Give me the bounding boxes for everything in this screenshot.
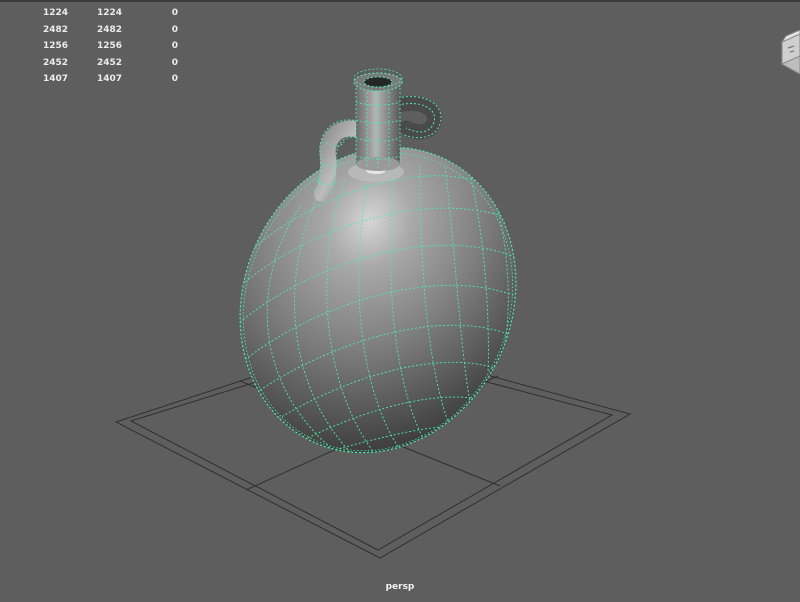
poly-count-hud: 1224 1224 0 2482 2482 0 1256 1256 0 2452…: [14, 5, 178, 88]
hud-row: 2482 2482 0: [14, 22, 178, 39]
persp-viewport[interactable]: 1224 1224 0 2482 2482 0 1256 1256 0 2452…: [0, 0, 800, 600]
hud-value: 2452: [96, 57, 122, 68]
hud-value: 2482: [96, 24, 122, 35]
hud-row: 1224 1224 0: [14, 5, 178, 22]
hud-value: 0: [171, 24, 178, 35]
right-handle: [390, 96, 442, 140]
hud-value: 2482: [42, 24, 68, 35]
hud-value: 0: [171, 74, 178, 84]
hud-value: 0: [171, 57, 178, 68]
hud-row: 2452 2452 0: [14, 55, 178, 72]
hud-value: 2452: [42, 57, 68, 68]
hud-value: 1224: [42, 8, 68, 18]
vase-neck: [353, 68, 403, 171]
hud-value: 1256: [42, 41, 68, 51]
hud-value: 0: [171, 8, 178, 18]
scene-canvas[interactable]: [0, 2, 800, 602]
hud-value: 1256: [96, 41, 122, 51]
hud-value: 0: [171, 41, 178, 51]
view-cube-icon[interactable]: [776, 30, 800, 80]
hud-value: 1407: [42, 74, 68, 84]
camera-name-label: persp: [385, 582, 415, 592]
hud-row: 1407 1407 0: [14, 71, 178, 88]
hud-value: 1224: [96, 8, 122, 18]
hud-row: 1256 1256 0: [14, 38, 178, 55]
hud-value: 1407: [96, 74, 122, 84]
